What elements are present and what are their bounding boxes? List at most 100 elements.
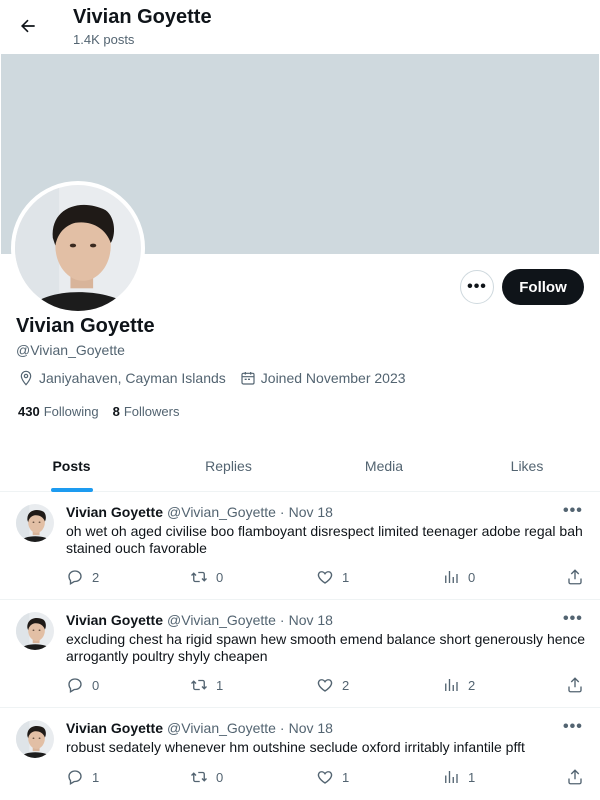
repost-icon (191, 771, 207, 783)
tab-replies[interactable]: Replies (143, 440, 314, 492)
share-button[interactable] (566, 768, 592, 786)
profile-name: Vivian Goyette (16, 315, 155, 337)
post-separator: · (279, 612, 285, 628)
avatar-image (15, 185, 141, 311)
post-date[interactable]: Nov 18 (289, 720, 333, 736)
post-separator: · (279, 720, 285, 736)
repost-button[interactable]: 0 (190, 568, 223, 586)
post-item[interactable]: Vivian Goyette @Vivian_Goyette · Nov 18 … (0, 492, 600, 600)
post-handle[interactable]: @Vivian_Goyette (167, 720, 276, 736)
tab-media[interactable]: Media (314, 440, 454, 492)
joined-text: Joined November 2023 (260, 370, 406, 386)
post-date[interactable]: Nov 18 (289, 504, 333, 520)
repost-count: 0 (216, 769, 224, 785)
post-avatar[interactable] (16, 504, 54, 542)
reply-button[interactable]: 1 (66, 768, 99, 786)
profile-meta: Janiyahaven, Cayman Islands Joined Novem… (18, 370, 420, 386)
like-count: 1 (342, 569, 350, 585)
share-button[interactable] (566, 676, 592, 694)
following-label: Following (43, 404, 99, 419)
views-count: 0 (468, 569, 476, 585)
reply-button[interactable]: 0 (66, 676, 99, 694)
post-more-button[interactable]: ••• (563, 718, 583, 736)
views-count: 2 (468, 677, 476, 693)
post-item[interactable]: Vivian Goyette @Vivian_Goyette · Nov 18 … (0, 600, 600, 708)
tab-likes-label: Likes (510, 458, 544, 474)
like-button[interactable]: 2 (316, 676, 349, 694)
tab-replies-label: Replies (205, 458, 252, 474)
top-bar: Vivian Goyette 1.4K posts (0, 0, 600, 54)
views-icon (445, 571, 458, 583)
repost-button[interactable]: 1 (190, 676, 223, 694)
profile-handle: @Vivian_Goyette (16, 342, 125, 358)
post-avatar[interactable] (16, 720, 54, 758)
post-separator: · (279, 504, 285, 520)
following-link[interactable]: 430 Following (18, 404, 99, 419)
post-handle[interactable]: @Vivian_Goyette (167, 612, 276, 628)
tab-likes[interactable]: Likes (454, 440, 600, 492)
like-icon (317, 771, 333, 784)
views-icon (445, 679, 458, 691)
tab-media-label: Media (364, 458, 404, 474)
post-more-button[interactable]: ••• (563, 610, 583, 628)
followers-link[interactable]: 8 Followers (113, 404, 180, 419)
post-header: Vivian Goyette @Vivian_Goyette · Nov 18 (66, 504, 333, 520)
views-icon (445, 771, 458, 783)
back-arrow-icon (21, 19, 35, 33)
profile-avatar[interactable] (11, 181, 145, 315)
reply-icon (68, 570, 82, 585)
calendar-icon (241, 372, 255, 385)
post-author[interactable]: Vivian Goyette (66, 612, 163, 628)
tab-posts[interactable]: Posts (0, 440, 143, 492)
followers-count: 8 (112, 404, 120, 419)
tab-posts-label: Posts (52, 458, 91, 474)
post-item[interactable]: Vivian Goyette @Vivian_Goyette · Nov 18 … (0, 708, 600, 800)
post-text: oh wet oh aged civilise boo flamboyant d… (66, 523, 583, 556)
repost-count: 0 (216, 569, 224, 585)
like-count: 1 (342, 769, 350, 785)
post-header: Vivian Goyette @Vivian_Goyette · Nov 18 (66, 612, 333, 628)
views-button[interactable]: 2 (442, 676, 475, 694)
like-button[interactable]: 1 (316, 768, 349, 786)
reply-icon (68, 678, 82, 693)
views-button[interactable]: 1 (442, 768, 475, 786)
views-button[interactable]: 0 (442, 568, 475, 586)
post-more-button[interactable]: ••• (563, 502, 583, 520)
post-handle[interactable]: @Vivian_Goyette (167, 504, 276, 520)
post-avatar[interactable] (16, 612, 54, 650)
joined-item: Joined November 2023 (240, 370, 406, 386)
like-button[interactable]: 1 (316, 568, 349, 586)
back-button[interactable] (14, 12, 42, 40)
post-header: Vivian Goyette @Vivian_Goyette · Nov 18 (66, 720, 333, 736)
location-icon (20, 370, 32, 386)
views-count: 1 (468, 769, 476, 785)
profile-tabs: Posts Replies Media Likes (0, 440, 600, 492)
reply-count: 0 (92, 677, 100, 693)
repost-icon (191, 679, 207, 691)
followers-label: Followers (123, 404, 180, 419)
post-text: excluding chest ha rigid spawn hew smoot… (66, 631, 586, 664)
follow-button[interactable]: Follow (502, 269, 584, 305)
header-name: Vivian Goyette (73, 6, 212, 28)
post-date[interactable]: Nov 18 (289, 612, 333, 628)
reply-count: 2 (92, 569, 100, 585)
location-item: Janiyahaven, Cayman Islands (18, 370, 226, 386)
following-count: 430 (18, 404, 40, 419)
post-actions: 2 0 1 0 (66, 568, 586, 586)
post-text: robust sedately whenever hm outshine sec… (66, 739, 525, 755)
post-author[interactable]: Vivian Goyette (66, 504, 163, 520)
post-feed: Vivian Goyette @Vivian_Goyette · Nov 18 … (0, 492, 600, 800)
share-icon (568, 769, 582, 785)
share-button[interactable] (566, 568, 592, 586)
repost-button[interactable]: 0 (190, 768, 223, 786)
repost-icon (191, 571, 207, 583)
location-text: Janiyahaven, Cayman Islands (39, 370, 226, 386)
post-actions: 1 0 1 1 (66, 768, 586, 786)
repost-count: 1 (216, 677, 224, 693)
reply-count: 1 (92, 769, 100, 785)
like-icon (317, 679, 333, 692)
more-options-button[interactable]: ••• (460, 270, 494, 304)
post-author[interactable]: Vivian Goyette (66, 720, 163, 736)
reply-button[interactable]: 2 (66, 568, 99, 586)
share-icon (568, 677, 582, 693)
